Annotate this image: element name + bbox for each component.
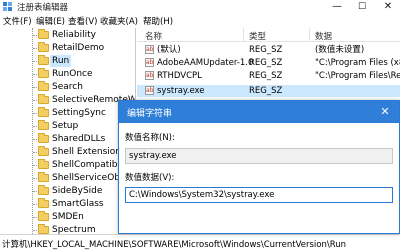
tree-item-label: Search <box>52 82 83 92</box>
tree-item-shellserviceobjectdelay[interactable]: ShellServiceObjectDelay <box>0 172 135 184</box>
tree-item-label: SmartGlass <box>52 199 104 209</box>
folder-icon <box>38 68 49 78</box>
value-type: REG_SZ <box>249 71 283 81</box>
tree-item-smartglass[interactable]: SmartGlass <box>0 198 135 210</box>
tree-item-label: Spectrum <box>52 225 96 234</box>
string-value-icon: ab <box>145 86 154 95</box>
status-bar: 计算机\HKEY_LOCAL_MACHINE\SOFTWARE\Microsof… <box>0 234 400 251</box>
tree-item-reliability[interactable]: Reliability <box>0 29 135 41</box>
tree-item-label: Run <box>50 55 72 67</box>
tree-item-spectrum[interactable]: Spectrum <box>0 224 135 234</box>
tree-item-smden[interactable]: SMDEn <box>0 211 135 223</box>
folder-icon <box>38 55 49 65</box>
tree-item-label: Setup <box>52 121 79 131</box>
window-title: 注册表编辑器 <box>17 3 69 13</box>
string-value-icon: ab <box>145 71 154 80</box>
tree-item-shellcompatibility[interactable]: ShellCompatibility <box>0 159 135 171</box>
folder-icon <box>38 94 49 104</box>
title-bar: 注册表编辑器 — ☐ ✕ <box>0 0 400 14</box>
column-header-data[interactable]: 数据 <box>315 30 332 42</box>
value-type: REG_SZ <box>249 86 283 96</box>
tree-item-settingsync[interactable]: SettingSync <box>0 107 135 119</box>
menu-help[interactable]: 帮助(H) <box>143 15 173 27</box>
tree-item-selectiveremotewipe[interactable]: SelectiveRemoteWipe <box>0 94 135 106</box>
folder-icon <box>38 42 49 52</box>
folder-icon <box>38 146 49 156</box>
string-value-icon: ab <box>145 45 154 54</box>
value-data: (数值未设置) <box>315 45 365 55</box>
list-row-rthdvcpl[interactable]: ab RTHDVCPL REG_SZ "C:\Program Files\Rea… <box>137 70 400 82</box>
registry-editor-icon <box>3 2 12 11</box>
folder-icon <box>38 133 49 143</box>
folder-icon <box>38 81 49 91</box>
close-window-button[interactable]: ✕ <box>376 0 400 14</box>
folder-icon <box>38 224 49 234</box>
menu-bar: 文件(F) 编辑(E) 查看(V) 收藏夹(A) 帮助(H) <box>0 14 400 27</box>
list-row-adobeaamupdater[interactable]: ab AdobeAAMUpdater-1.0 REG_SZ "C:\Progra… <box>137 57 400 69</box>
dialog-title: 编辑字符串 <box>127 109 173 119</box>
folder-icon <box>38 29 49 39</box>
value-name: RTHDVCPL <box>157 71 202 81</box>
folder-icon <box>38 185 49 195</box>
value-data-label: 数值数据(V): <box>125 173 175 183</box>
tree-item-label: Shell Extensions <box>52 147 126 157</box>
column-divider[interactable] <box>309 28 310 42</box>
tree-item-shareddlls[interactable]: SharedDLLs <box>0 133 135 145</box>
value-type: REG_SZ <box>249 58 283 68</box>
edit-string-dialog: 编辑字符串 ✕ 数值名称(N): systray.exe 数值数据(V): <box>118 100 400 234</box>
column-header-type[interactable]: 类型 <box>249 30 266 42</box>
folder-icon <box>38 120 49 130</box>
tree-item-label: SideBySide <box>52 186 103 196</box>
value-name: (默认) <box>157 45 181 55</box>
registry-path: 计算机\HKEY_LOCAL_MACHINE\SOFTWARE\Microsof… <box>2 240 347 250</box>
tree-item-setup[interactable]: Setup <box>0 120 135 132</box>
value-name-label: 数值名称(N): <box>125 133 175 143</box>
column-header-name[interactable]: 名称 <box>145 30 162 42</box>
registry-key-tree[interactable]: Reliability RetailDemo Run RunOnce Searc… <box>0 28 136 234</box>
tree-item-label: RetailDemo <box>52 43 105 53</box>
tree-item-label: SMDEn <box>52 212 84 222</box>
menu-favorites[interactable]: 收藏夹(A) <box>100 15 138 27</box>
tree-item-label: RunOnce <box>52 69 93 79</box>
menu-view[interactable]: 查看(V) <box>68 15 97 27</box>
folder-icon <box>38 198 49 208</box>
tree-item-label: SharedDLLs <box>52 134 106 144</box>
list-row-default[interactable]: ab (默认) REG_SZ (数值未设置) <box>137 44 400 56</box>
column-divider[interactable] <box>243 28 244 42</box>
value-name: AdobeAAMUpdater-1.0 <box>157 58 254 68</box>
minimize-button[interactable]: — <box>325 0 349 14</box>
value-name-field: systray.exe <box>125 148 393 164</box>
dialog-title-bar[interactable]: 编辑字符串 ✕ <box>119 101 399 123</box>
value-data-input[interactable] <box>125 187 393 203</box>
folder-icon <box>38 211 49 221</box>
tree-item-retaildemo[interactable]: RetailDemo <box>0 42 135 54</box>
tree-item-shell-extensions[interactable]: Shell Extensions <box>0 146 135 158</box>
dialog-close-button[interactable]: ✕ <box>377 104 393 120</box>
tree-item-search[interactable]: Search <box>0 81 135 93</box>
tree-item-label: SettingSync <box>52 108 106 118</box>
list-header: 名称 类型 数据 <box>137 28 400 42</box>
folder-icon <box>38 107 49 117</box>
maximize-button[interactable]: ☐ <box>350 0 374 14</box>
value-type: REG_SZ <box>249 45 283 55</box>
menu-file[interactable]: 文件(F) <box>3 15 32 27</box>
list-row-systray[interactable]: ab systray.exe REG_SZ <box>137 85 400 97</box>
tree-item-label: Reliability <box>52 30 96 40</box>
string-value-icon: ab <box>145 58 154 67</box>
menu-edit[interactable]: 编辑(E) <box>36 15 65 27</box>
value-data: "C:\Program Files (x86)\Comm <box>315 58 400 68</box>
value-data: "C:\Program Files\Realtek\Audi <box>315 71 400 81</box>
folder-icon <box>38 159 49 169</box>
tree-item-runonce[interactable]: RunOnce <box>0 68 135 80</box>
folder-icon <box>38 172 49 182</box>
tree-item-run[interactable]: Run <box>0 55 135 67</box>
tree-item-sidebyside[interactable]: SideBySide <box>0 185 135 197</box>
value-name: systray.exe <box>157 86 205 96</box>
